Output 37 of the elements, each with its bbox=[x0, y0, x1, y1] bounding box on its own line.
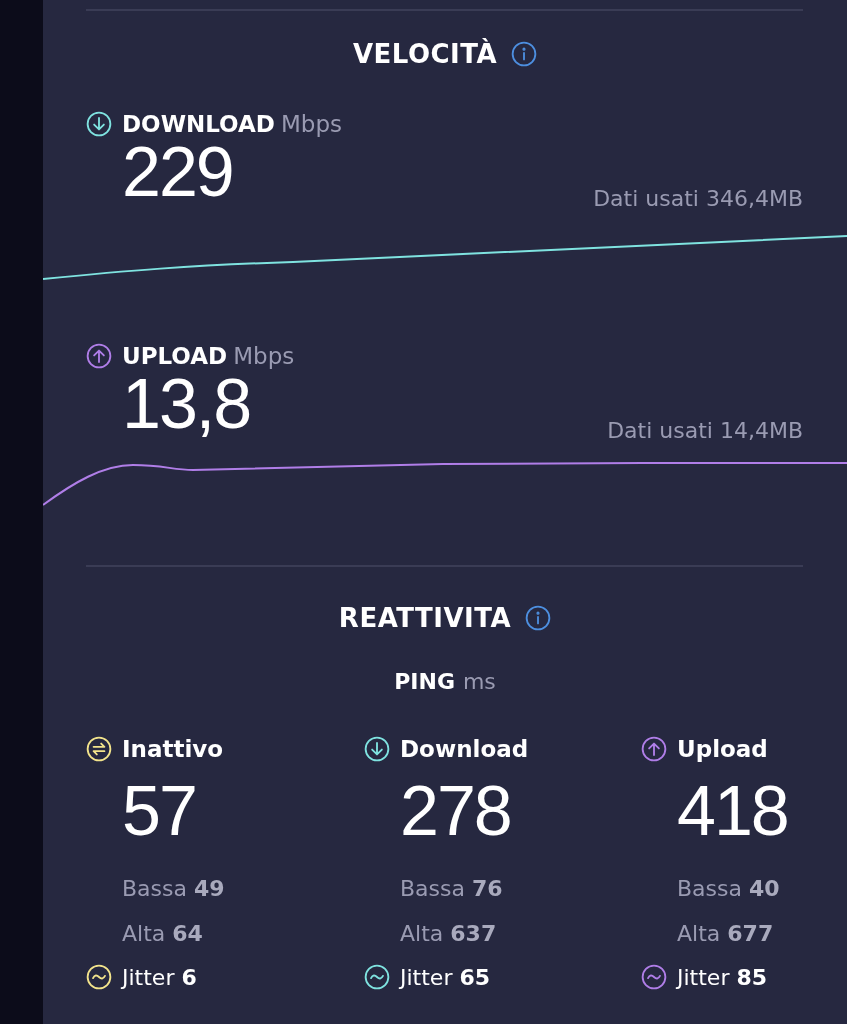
low-value: Bassa 49 bbox=[121, 876, 226, 901]
wave-icon bbox=[641, 964, 667, 990]
data-used: Dati usati 14,4MB bbox=[607, 418, 803, 443]
wave-icon bbox=[364, 964, 390, 990]
jitter-value: Jitter 6 bbox=[122, 964, 197, 990]
ping-type-label: Inattivo bbox=[122, 736, 224, 762]
arrow-up-icon bbox=[641, 736, 667, 762]
metric-label: UPLOAD bbox=[122, 343, 228, 369]
wave-icon bbox=[86, 964, 112, 990]
unit-label: Mbps bbox=[280, 111, 342, 137]
low-value: Bassa 76 bbox=[399, 876, 504, 901]
arrow-up-icon bbox=[86, 343, 112, 369]
high-value: Alta 677 bbox=[676, 921, 775, 946]
ping-value: 418 bbox=[676, 776, 789, 846]
ping-value: 57 bbox=[121, 776, 197, 846]
ping-type-label: Download bbox=[400, 736, 529, 762]
metric-label: DOWNLOAD bbox=[122, 111, 275, 137]
section-title: REATTIVITA bbox=[338, 603, 512, 633]
unit-label: Mbps bbox=[233, 343, 295, 369]
swap-arrows-icon bbox=[86, 736, 112, 762]
info-icon[interactable] bbox=[511, 41, 538, 67]
jitter-value: Jitter 85 bbox=[677, 964, 768, 990]
info-icon[interactable] bbox=[525, 605, 552, 631]
unit-label: ms bbox=[462, 669, 496, 694]
arrow-down-icon bbox=[86, 111, 112, 137]
arrow-down-icon bbox=[364, 736, 390, 762]
high-value: Alta 637 bbox=[399, 921, 498, 946]
high-value: Alta 64 bbox=[121, 921, 204, 946]
ping-value: 278 bbox=[399, 776, 512, 846]
speed-value: 13,8 bbox=[122, 369, 251, 439]
low-value: Bassa 40 bbox=[676, 876, 781, 901]
section-title: VELOCITÀ bbox=[352, 39, 498, 69]
ping-label: PING bbox=[394, 669, 455, 694]
speed-value: 229 bbox=[122, 137, 233, 207]
jitter-value: Jitter 65 bbox=[400, 964, 491, 990]
ping-type-label: Upload bbox=[677, 736, 768, 762]
data-used: Dati usati 346,4MB bbox=[593, 186, 803, 211]
